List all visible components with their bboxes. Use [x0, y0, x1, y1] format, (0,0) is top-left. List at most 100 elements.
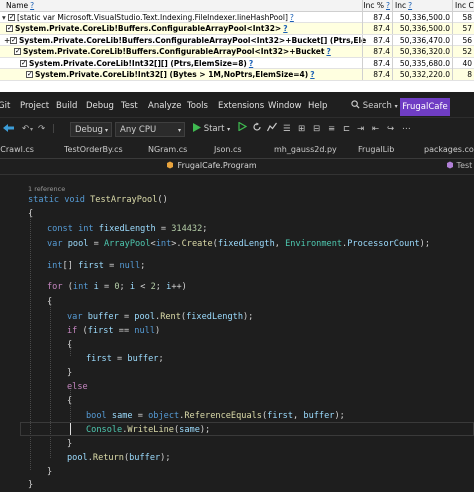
- menu-window[interactable]: Window: [268, 101, 302, 111]
- menu-build[interactable]: Build: [56, 101, 77, 111]
- code-line[interactable]: var buffer = pool.Rent(fixedLength);: [67, 310, 474, 324]
- table-row[interactable]: System.Private.CoreLib!Int32[][] (Ptrs,E…: [0, 57, 474, 69]
- row-inc-pct: 87.4: [362, 46, 392, 57]
- nav-back-icon[interactable]: [2, 122, 16, 137]
- code-editor[interactable]: 1 reference static void TestArrayPool() …: [0, 175, 474, 490]
- menu-project[interactable]: Project: [20, 101, 49, 111]
- code-line[interactable]: for (int i = 0; i < 2; i++): [47, 280, 474, 294]
- class-icon: [167, 161, 173, 169]
- list-icon[interactable]: ☰: [283, 122, 291, 137]
- row-name: System.Private.CoreLib!Int32[] (Bytes > …: [35, 70, 309, 79]
- help-link[interactable]: ?: [290, 13, 294, 22]
- comment-icon[interactable]: ⊟: [313, 122, 320, 137]
- platform-dropdown[interactable]: Any CPU ▾: [115, 122, 185, 137]
- code-line[interactable]: {: [67, 394, 474, 408]
- step-icon[interactable]: ↪: [387, 122, 394, 137]
- help-link[interactable]: ?: [283, 24, 287, 33]
- menu-git[interactable]: Git: [0, 101, 10, 111]
- tab-packages-config[interactable]: packages.config: [424, 145, 474, 154]
- menu-bar: Git Project Build Debug Test Analyze Too…: [0, 97, 474, 117]
- tab-frugallib[interactable]: FrugalLib: [358, 145, 394, 154]
- checkbox-icon[interactable]: [20, 58, 27, 69]
- code-line[interactable]: first = buffer;: [86, 352, 474, 366]
- menu-analyze[interactable]: Analyze: [148, 101, 182, 111]
- bookmark-icon[interactable]: ⊏: [343, 122, 350, 137]
- chevron-down-icon[interactable]: ▾: [30, 122, 33, 137]
- checkbox-icon[interactable]: [10, 35, 17, 46]
- column-header-inc[interactable]: Inc?: [392, 0, 452, 11]
- code-line[interactable]: if (first == null): [67, 324, 474, 338]
- tab-qcrawl[interactable]: QCrawl.cs: [0, 145, 34, 154]
- tab-ngram[interactable]: NGram.cs: [148, 145, 187, 154]
- column-header-inc-pct[interactable]: Inc %?: [362, 0, 392, 11]
- redo-icon[interactable]: ↷: [38, 122, 45, 137]
- code-line[interactable]: const int fixedLength = 314432;: [47, 222, 474, 236]
- table-row[interactable]: ▾[static var Microsoft.VisualStudio.Text…: [0, 11, 474, 23]
- code-line[interactable]: int[] first = null;: [47, 259, 474, 273]
- navigation-bar: FrugalCafe.Program Test: [0, 159, 474, 175]
- performance-icon[interactable]: [266, 122, 277, 137]
- text-caret: [70, 423, 71, 435]
- chevron-down-icon: ▾: [394, 103, 398, 110]
- help-link[interactable]: ?: [310, 70, 314, 79]
- code-line[interactable]: {: [47, 295, 474, 309]
- code-line[interactable]: }: [28, 478, 474, 492]
- row-name: System.Private.CoreLib!Buffers.Configura…: [15, 24, 282, 33]
- uncomment-icon[interactable]: ≡: [328, 122, 335, 137]
- table-row[interactable]: +System.Private.CoreLib!Buffers.Configur…: [0, 34, 474, 46]
- code-line[interactable]: pool.Return(buffer);: [67, 451, 474, 465]
- menu-help[interactable]: Help: [308, 101, 327, 111]
- start-button[interactable]: Start ▾: [193, 122, 230, 137]
- table-row[interactable]: System.Private.CoreLib!Int32[] (Bytes > …: [0, 69, 474, 81]
- configuration-dropdown[interactable]: Debug ▾: [70, 122, 112, 137]
- indent-icon[interactable]: ⇥: [357, 122, 364, 137]
- checkbox-icon[interactable]: [8, 12, 15, 23]
- code-line[interactable]: static void TestArrayPool(): [28, 193, 474, 207]
- code-map-icon[interactable]: ⊞: [298, 122, 305, 137]
- tab-mh-gauss2d[interactable]: mh_gauss2d.py: [274, 145, 337, 154]
- solution-name-badge[interactable]: FrugalCafe: [400, 98, 450, 116]
- undo-icon[interactable]: ↶: [22, 122, 29, 137]
- refresh-icon[interactable]: [252, 122, 262, 137]
- outdent-icon[interactable]: ⇤: [372, 122, 379, 137]
- checkbox-icon[interactable]: [14, 46, 21, 57]
- code-line[interactable]: Console.WriteLine(same);: [86, 423, 474, 437]
- tab-testorderby[interactable]: TestOrderBy.cs: [64, 145, 123, 154]
- column-header-inc-ct[interactable]: Inc Ct?: [452, 0, 474, 11]
- code-line[interactable]: {: [28, 207, 474, 221]
- member-dropdown[interactable]: Test: [446, 161, 472, 170]
- checkbox-icon[interactable]: [6, 23, 13, 34]
- help-link[interactable]: ?: [326, 47, 330, 56]
- help-link[interactable]: ?: [30, 1, 34, 10]
- column-header-name[interactable]: Name?: [0, 0, 368, 11]
- code-line[interactable]: }: [47, 465, 474, 479]
- code-line[interactable]: {: [67, 338, 474, 352]
- row-inc-pct: 87.4: [362, 69, 392, 80]
- class-dropdown[interactable]: FrugalCafe.Program: [166, 161, 257, 170]
- code-line[interactable]: }: [67, 437, 474, 451]
- code-line[interactable]: bool same = object.ReferenceEquals(first…: [86, 409, 474, 423]
- row-inc-ct: 57: [452, 23, 474, 34]
- menu-test[interactable]: Test: [121, 101, 138, 111]
- help-link[interactable]: ?: [249, 59, 253, 68]
- start-without-debugging-icon[interactable]: [238, 121, 248, 137]
- help-link[interactable]: ?: [408, 1, 412, 10]
- overflow-icon[interactable]: ⋯: [402, 122, 411, 137]
- checkbox-icon[interactable]: [26, 69, 33, 80]
- code-line[interactable]: else: [67, 380, 474, 394]
- profiler-heap-table: Name? Inc %? Inc? Inc Ct? ▾[static var M…: [0, 0, 474, 92]
- tab-json[interactable]: Json.cs: [214, 145, 242, 154]
- help-link[interactable]: ?: [386, 1, 390, 10]
- chevron-down-icon: ▾: [227, 126, 231, 133]
- code-line[interactable]: var pool = ArrayPool<int>.Create(fixedLe…: [47, 237, 474, 251]
- toolbar: ↶ ▾ ↷ | Debug ▾ Any CPU ▾ Start ▾ ☰ ⊞ ⊟ ≡ …: [0, 117, 474, 142]
- search-box[interactable]: Search ▾: [351, 99, 398, 113]
- row-inc-ct: 58: [452, 11, 474, 23]
- menu-extensions[interactable]: Extensions: [218, 101, 264, 111]
- table-row[interactable]: System.Private.CoreLib!Buffers.Configura…: [0, 46, 474, 58]
- code-line[interactable]: }: [67, 366, 474, 380]
- menu-tools[interactable]: Tools: [187, 101, 208, 111]
- row-name: [static var Microsoft.VisualStudio.Text.…: [17, 12, 288, 22]
- menu-debug[interactable]: Debug: [86, 101, 114, 111]
- table-row[interactable]: System.Private.CoreLib!Buffers.Configura…: [0, 23, 474, 35]
